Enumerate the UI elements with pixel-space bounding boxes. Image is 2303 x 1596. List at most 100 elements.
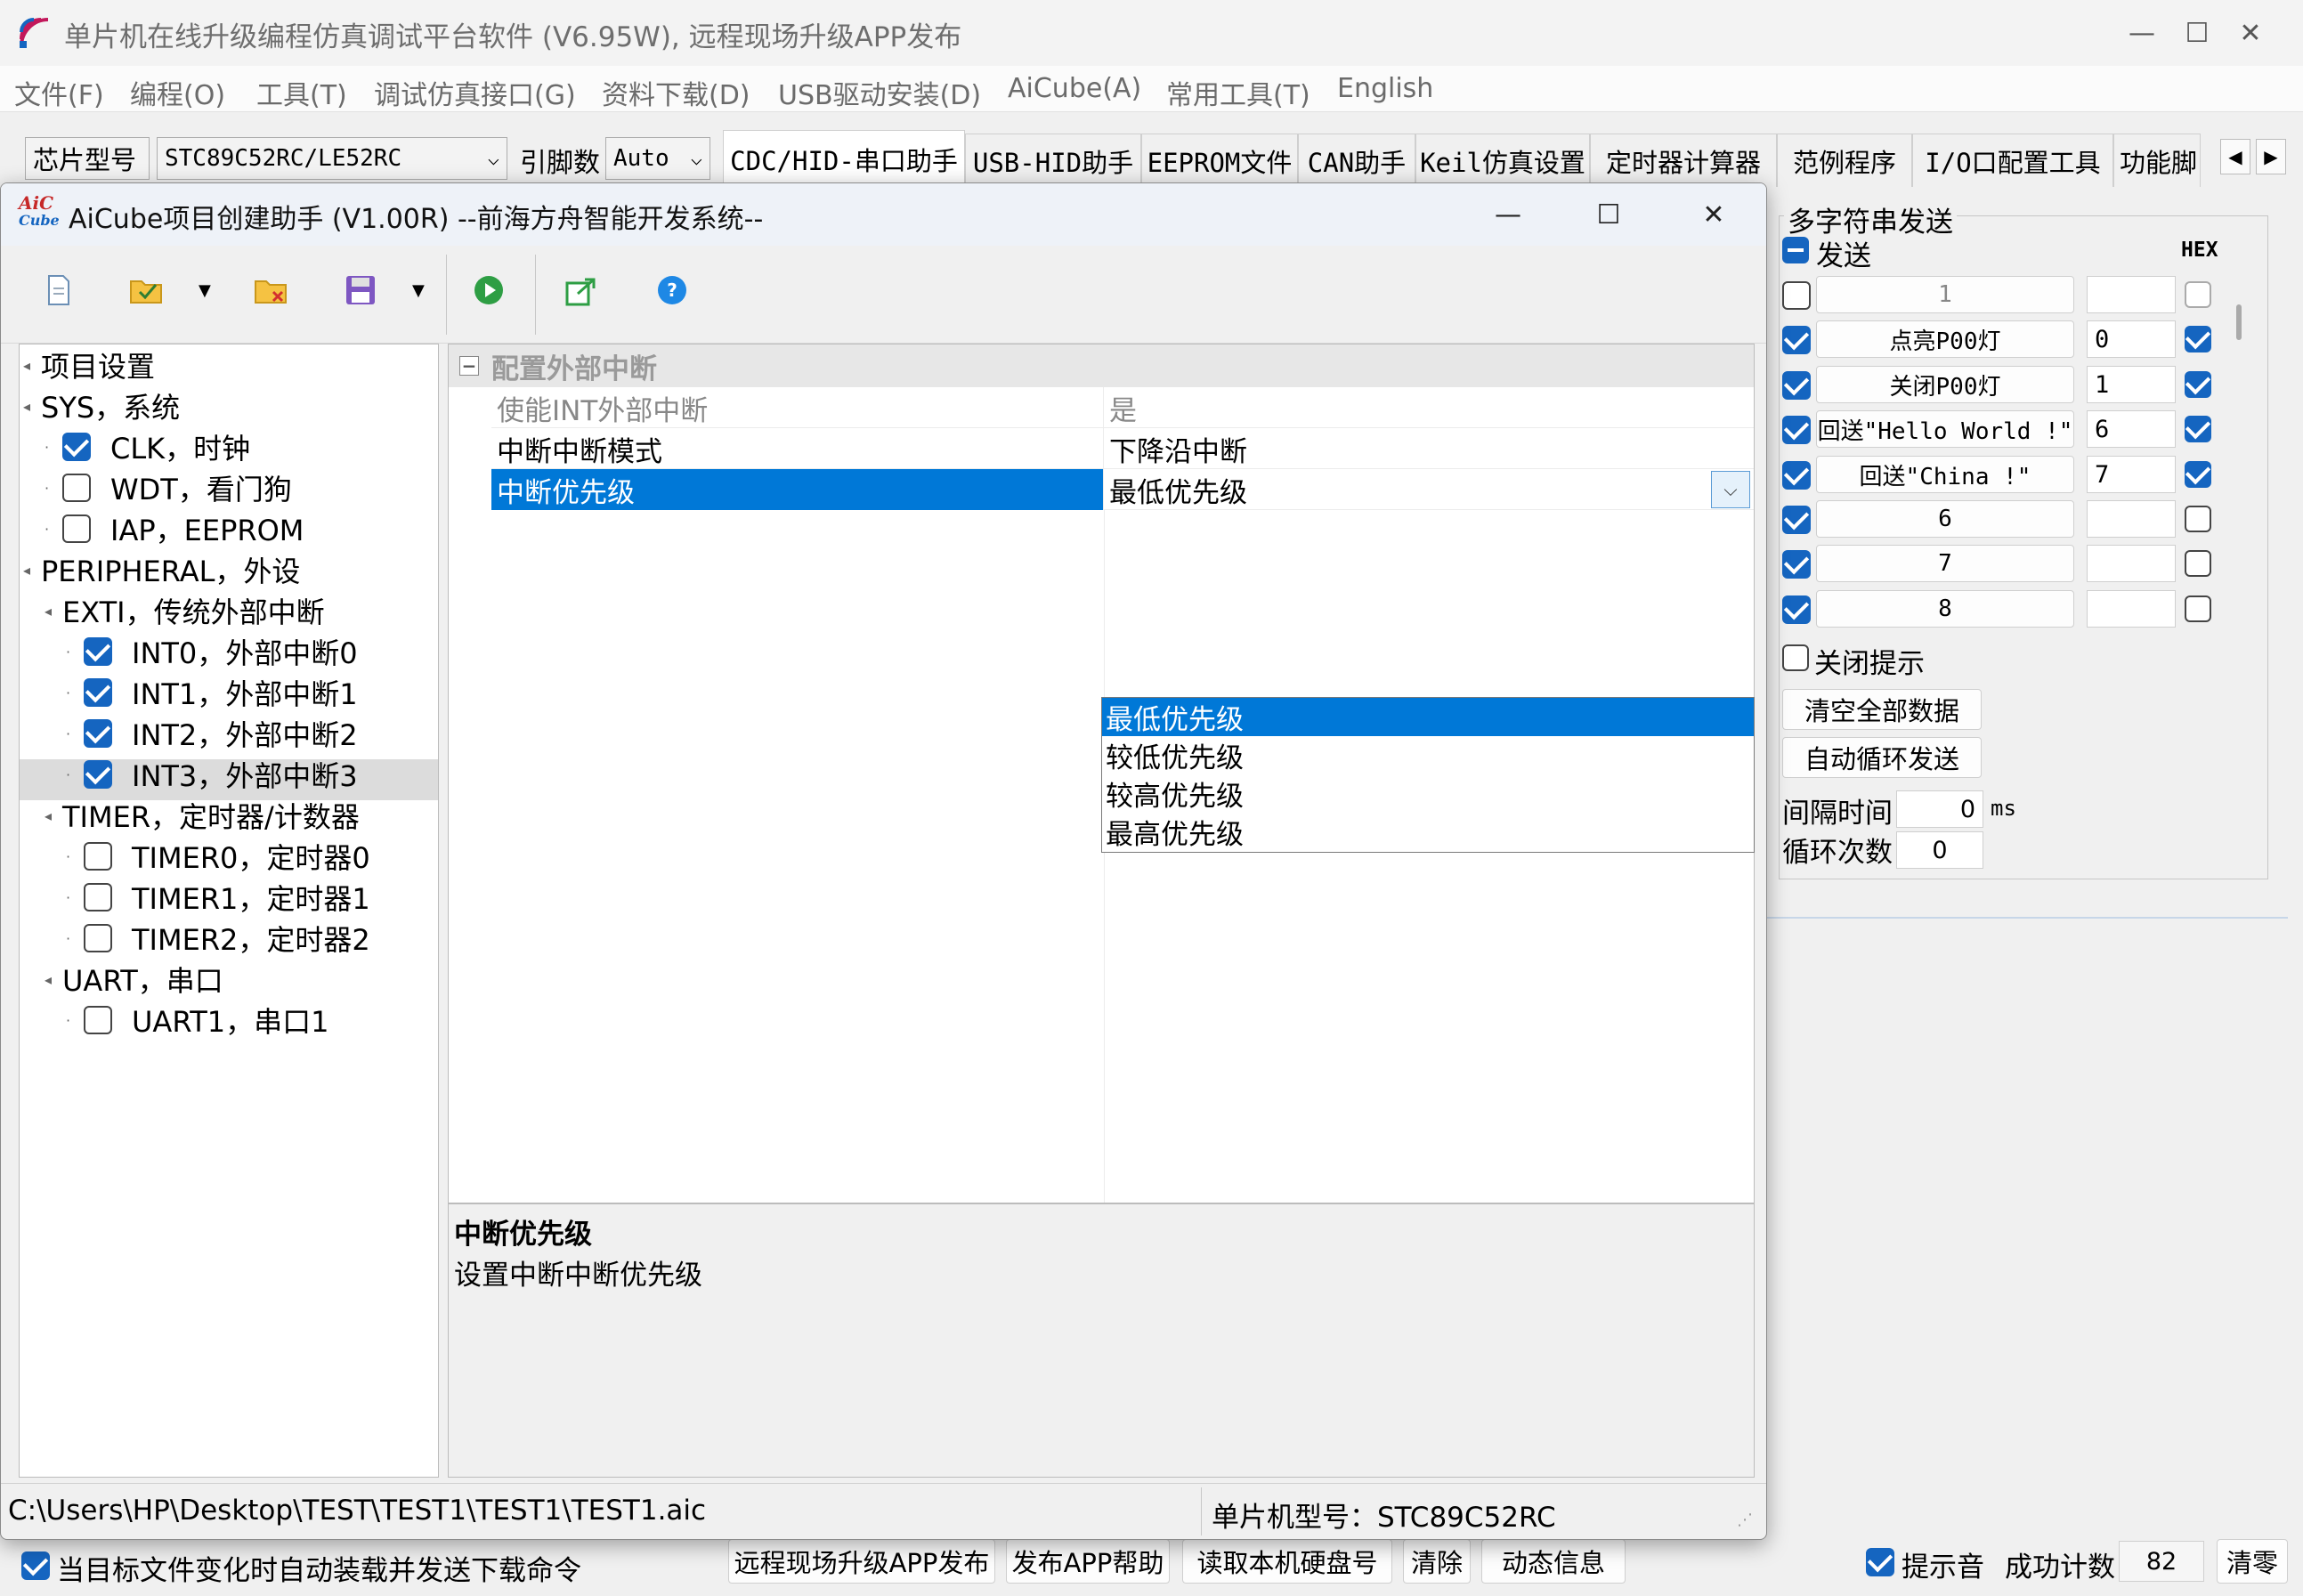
auto-loop-button[interactable]: 自动循环发送 [1782, 737, 1982, 778]
menu-debug[interactable]: 调试仿真接口(G) [374, 73, 576, 112]
export-icon[interactable] [562, 271, 601, 310]
run-icon[interactable] [469, 271, 508, 310]
tree-item[interactable]: ◂ UART，串口 [45, 959, 223, 1000]
tab-eeprom[interactable]: EEPROM文件 [1141, 134, 1298, 187]
close-button[interactable]: ✕ [2199, 0, 2302, 66]
send-row-input[interactable] [2087, 500, 2176, 538]
expand-icon[interactable]: ◂ [45, 971, 62, 988]
send-row-hex-checkbox[interactable] [2185, 506, 2211, 532]
send-row-button[interactable]: 回送"Hello World !" [1816, 410, 2074, 448]
dropdown-option[interactable]: 最高优先级 [1102, 813, 1754, 851]
read-disk-id-button[interactable]: 读取本机硬盘号 [1182, 1539, 1392, 1584]
menu-english[interactable]: English [1337, 73, 1433, 104]
tab-function-pins[interactable]: 功能脚 [2113, 134, 2201, 187]
rows-scrollbar[interactable] [2236, 304, 2242, 340]
send-row-input[interactable] [2087, 276, 2176, 313]
open-folder-icon[interactable] [127, 271, 166, 310]
send-row-checkbox[interactable] [1782, 281, 1811, 310]
tree-checkbox[interactable] [84, 719, 112, 748]
tree-checkbox[interactable] [84, 678, 112, 707]
expand-icon[interactable]: ◂ [45, 807, 62, 824]
tab-usb-hid[interactable]: USB-HID助手 [965, 134, 1141, 187]
tree-item[interactable]: · WDT，看门狗 [45, 467, 292, 508]
open-dropdown-icon[interactable]: ▼ [199, 281, 211, 300]
tree-item[interactable]: ◂ PERIPHERAL，外设 [23, 549, 300, 590]
menu-downloads[interactable]: 资料下载(D) [602, 73, 750, 112]
send-row-hex-checkbox[interactable] [2185, 461, 2211, 488]
clear-all-button[interactable]: 清空全部数据 [1782, 689, 1982, 730]
dropdown-option[interactable]: 最低优先级 [1102, 698, 1754, 736]
tab-keil[interactable]: Keil仿真设置 [1415, 134, 1590, 187]
clear-button[interactable]: 清除 [1403, 1539, 1471, 1584]
close-hint-checkbox[interactable] [1782, 644, 1809, 671]
tree-item[interactable]: · INT1，外部中断1 [66, 672, 358, 713]
send-row-checkbox[interactable] [1782, 506, 1811, 534]
send-row-button[interactable]: 点亮P00灯 [1816, 320, 2074, 358]
expand-icon[interactable]: ◂ [45, 603, 62, 620]
save-dropdown-icon[interactable]: ▼ [412, 281, 425, 300]
dialog-minimize-button[interactable]: — [1456, 183, 1560, 247]
send-row-checkbox[interactable] [1782, 550, 1811, 579]
tree-checkbox[interactable] [62, 474, 91, 502]
tab-examples[interactable]: 范例程序 [1777, 134, 1912, 187]
tree-item[interactable]: ◂ TIMER，定时器/计数器 [45, 795, 360, 836]
new-file-icon[interactable] [38, 271, 77, 310]
loop-input[interactable]: 0 [1896, 831, 1983, 869]
send-row-button[interactable]: 回送"China !" [1816, 456, 2074, 493]
beep-checkbox[interactable] [1866, 1548, 1894, 1576]
send-row-checkbox[interactable] [1782, 461, 1811, 490]
tree-item[interactable]: · INT2，外部中断2 [66, 713, 358, 754]
interval-input[interactable]: 0 [1896, 790, 1983, 828]
send-row-hex-checkbox[interactable] [2185, 550, 2211, 577]
send-row-checkbox[interactable] [1782, 416, 1811, 444]
collapse-icon[interactable]: − [459, 355, 479, 377]
menu-file[interactable]: 文件(F) [14, 73, 104, 112]
send-row-input[interactable]: 6 [2087, 410, 2176, 448]
tree-checkbox[interactable] [84, 842, 112, 871]
menu-program[interactable]: 编程(O) [130, 73, 225, 112]
send-row-checkbox[interactable] [1782, 326, 1811, 354]
tab-scroll-right-button[interactable]: ▶ [2256, 139, 2286, 174]
property-row-priority[interactable]: 中断优先级 最低优先级 ⌵ [491, 469, 1754, 510]
dynamic-info-button[interactable]: 动态信息 [1481, 1539, 1626, 1584]
menu-aicube[interactable]: AiCube(A) [1008, 73, 1141, 104]
send-row-hex-checkbox[interactable] [2185, 371, 2211, 398]
tree-item[interactable]: · TIMER0，定时器0 [66, 836, 370, 877]
help-icon[interactable]: ? [653, 271, 692, 310]
property-row-mode[interactable]: 中断中断模式 下降沿中断 [491, 428, 1754, 469]
remote-upgrade-button[interactable]: 远程现场升级APP发布 [728, 1539, 995, 1584]
expand-icon[interactable]: ◂ [23, 357, 41, 374]
send-row-input[interactable]: 7 [2087, 456, 2176, 493]
send-row-checkbox[interactable] [1782, 595, 1811, 624]
publish-help-button[interactable]: 发布APP帮助 [1006, 1539, 1170, 1584]
expand-icon[interactable]: ◂ [23, 398, 41, 415]
tree-checkbox[interactable] [84, 637, 112, 666]
tree-item[interactable]: · IAP，EEPROM [45, 508, 304, 549]
resize-grip-icon[interactable]: ⋰ [1737, 1511, 1753, 1529]
send-row-checkbox[interactable] [1782, 371, 1811, 400]
tree-item[interactable]: · TIMER1，定时器1 [66, 877, 370, 918]
send-all-toggle[interactable] [1782, 237, 1809, 263]
tree-checkbox[interactable] [62, 433, 91, 461]
tree-item[interactable]: ◂ EXTI，传统外部中断 [45, 590, 325, 631]
send-row-hex-checkbox[interactable] [2185, 281, 2211, 308]
send-row-button[interactable]: 关闭P00灯 [1816, 366, 2074, 403]
dialog-close-button[interactable]: ✕ [1662, 183, 1765, 247]
send-row-input[interactable] [2087, 545, 2176, 582]
menu-tools[interactable]: 工具(T) [256, 73, 347, 112]
tree-item[interactable]: ◂ SYS，系统 [23, 385, 180, 426]
tree-checkbox[interactable] [84, 924, 112, 952]
chip-select[interactable]: STC89C52RC/LE52RC ⌵ [157, 137, 507, 180]
send-row-input[interactable]: 0 [2087, 320, 2176, 358]
tree-item[interactable]: · TIMER2，定时器2 [66, 918, 370, 959]
send-row-input[interactable] [2087, 590, 2176, 628]
tree-item[interactable]: · UART1，串口1 [66, 1000, 329, 1041]
send-row-button[interactable]: 7 [1816, 545, 2074, 582]
tab-scroll-left-button[interactable]: ◀ [2220, 139, 2250, 174]
close-project-icon[interactable] [252, 271, 291, 310]
tab-timer-calc[interactable]: 定时器计算器 [1590, 134, 1777, 187]
send-row-button[interactable]: 1 [1816, 276, 2074, 313]
tree-checkbox[interactable] [84, 1006, 112, 1034]
dropdown-button[interactable]: ⌵ [1711, 471, 1750, 508]
tree-checkbox[interactable] [84, 760, 112, 789]
